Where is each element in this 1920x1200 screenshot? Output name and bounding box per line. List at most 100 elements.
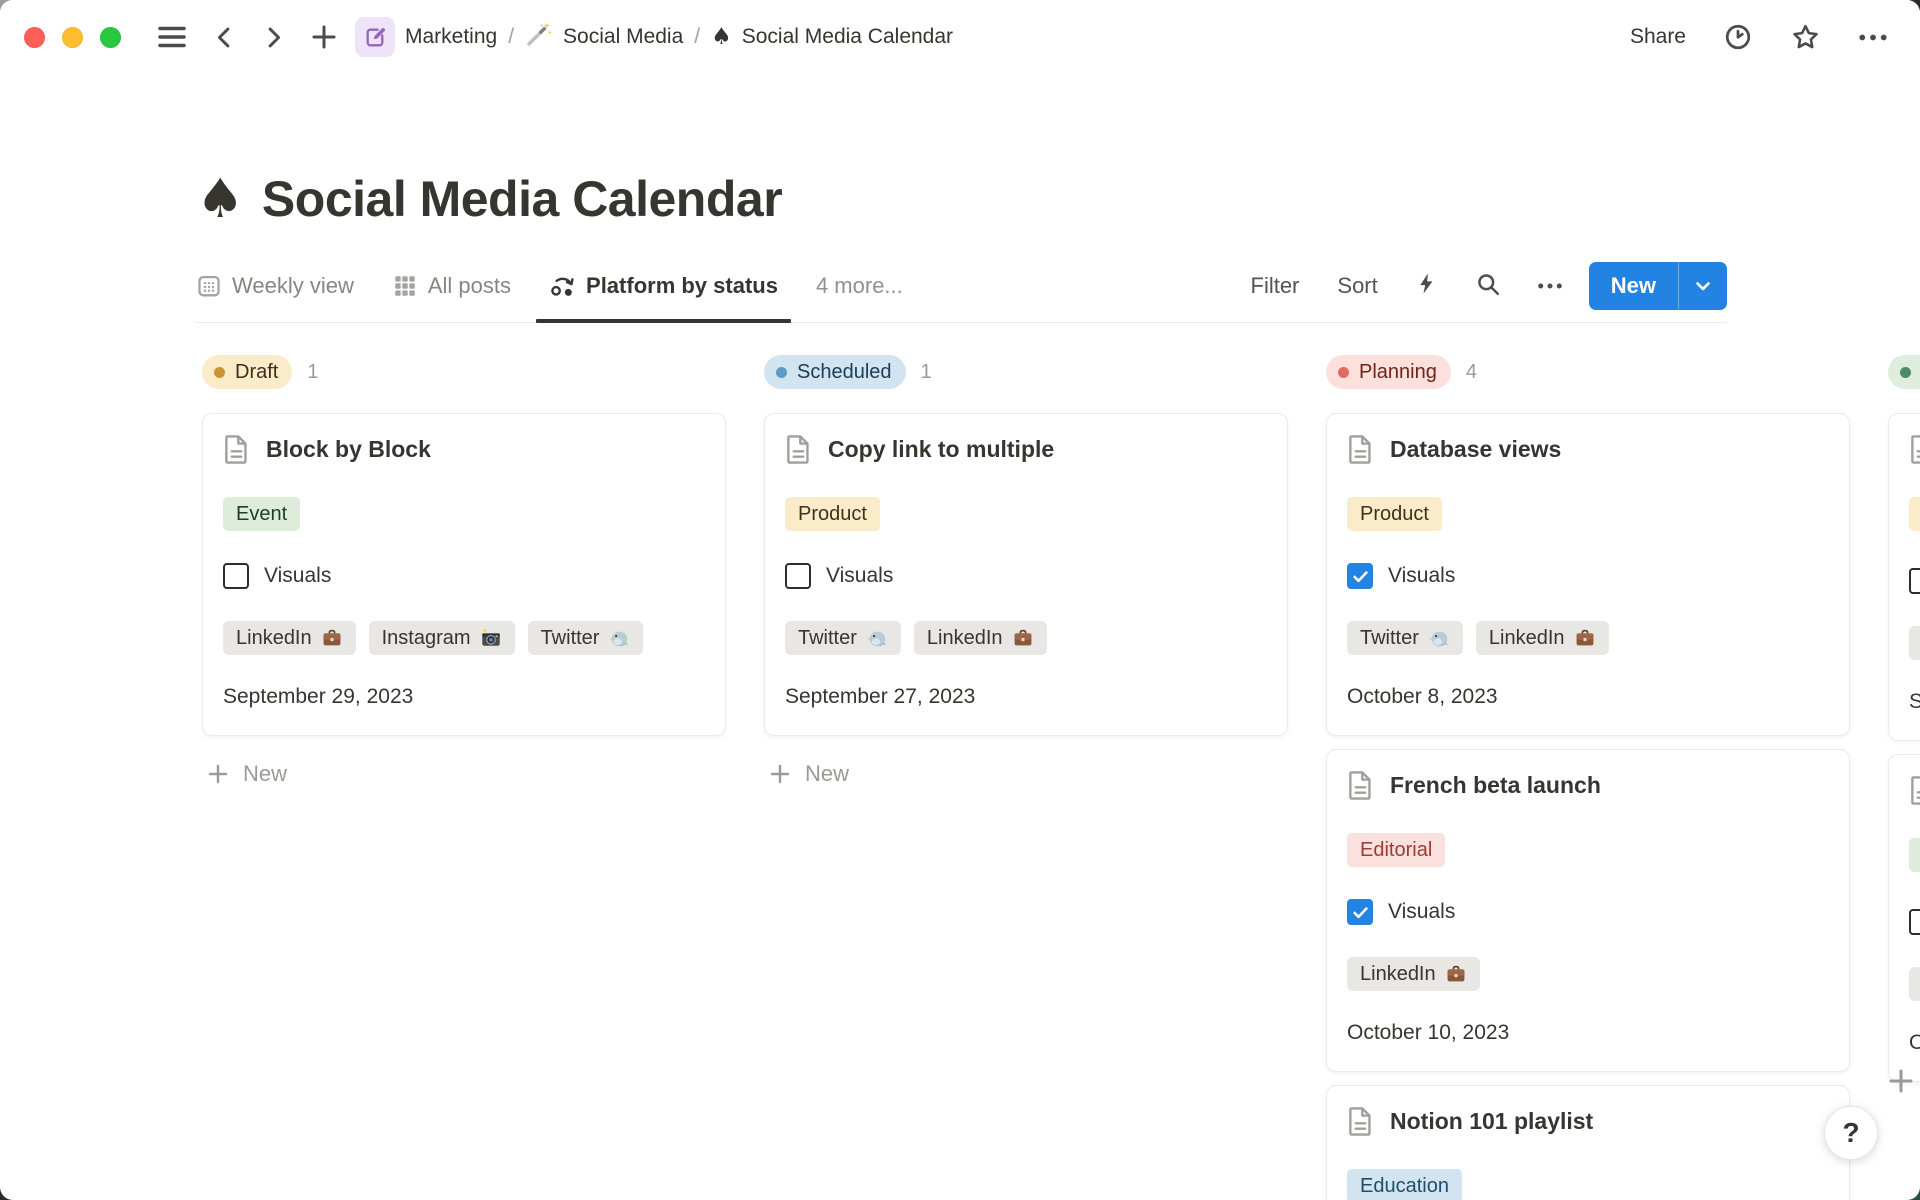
column-header <box>1888 355 1920 389</box>
visuals-checkbox[interactable] <box>223 563 249 589</box>
card-title: Copy link to multiple <box>828 436 1054 463</box>
minimize-window-button[interactable] <box>62 27 83 48</box>
platform-tag[interactable]: Instagram <box>369 621 515 655</box>
date-row: O <box>1909 1031 1920 1055</box>
visuals-row: Visuals <box>223 563 705 589</box>
breadcrumb-item-social-media-calendar[interactable]: ♠ Social Media Calendar <box>711 25 953 49</box>
add-group-button[interactable] <box>1886 1066 1916 1101</box>
visuals-row: Visuals <box>1347 899 1829 925</box>
board-card[interactable]: Block by Block Event Visuals LinkedInIns… <box>202 413 726 736</box>
tab-weekly-view[interactable]: Weekly view <box>196 250 354 322</box>
platform-tag[interactable]: L <box>1909 967 1920 1001</box>
breadcrumb-separator: / <box>694 25 700 49</box>
board-card[interactable]: Database views Product Visuals TwitterLi… <box>1326 413 1850 736</box>
board-card[interactable]: T S <box>1888 413 1920 741</box>
status-pill[interactable]: Draft <box>202 355 292 389</box>
search-icon[interactable] <box>1475 271 1501 302</box>
category-row: Event <box>223 497 705 531</box>
category-tag[interactable]: Editorial <box>1347 833 1445 867</box>
visuals-checkbox[interactable] <box>1909 909 1920 935</box>
briefcase-emoji <box>1012 627 1034 649</box>
breadcrumb-item-marketing[interactable]: Marketing <box>355 17 497 57</box>
share-button[interactable]: Share <box>1630 25 1686 49</box>
board: Draft 1 Block by Block Event Visuals Lin… <box>0 322 1920 1200</box>
forward-button[interactable] <box>260 24 287 51</box>
board-column: T S L O <box>1888 355 1920 1082</box>
date-row: October 10, 2023 <box>1347 1021 1829 1045</box>
breadcrumb-label: Social Media Calendar <box>742 25 953 49</box>
visuals-checkbox[interactable] <box>1347 563 1373 589</box>
platform-tag[interactable]: LinkedIn <box>223 621 356 655</box>
platform-row: Twitter LinkedIn <box>785 621 1267 655</box>
status-view-icon <box>549 273 576 300</box>
view-options-icon[interactable] <box>1537 277 1563 295</box>
sidebar-toggle-button[interactable] <box>155 20 189 54</box>
board-card[interactable]: Notion 101 playlist Education <box>1326 1085 1850 1200</box>
favorite-star-icon[interactable] <box>1790 22 1821 53</box>
breadcrumb-label: Social Media <box>563 25 683 49</box>
board-card[interactable]: Copy link to multiple Product Visuals Tw… <box>764 413 1288 736</box>
more-views-button[interactable]: 4 more... <box>816 273 903 299</box>
zoom-window-button[interactable] <box>100 27 121 48</box>
briefcase-emoji <box>1445 963 1467 985</box>
automations-bolt-icon[interactable] <box>1414 271 1439 301</box>
back-button[interactable] <box>211 24 238 51</box>
grid-view-icon <box>392 273 418 299</box>
new-button-label[interactable]: New <box>1589 273 1678 299</box>
help-button[interactable]: ? <box>1824 1106 1878 1160</box>
platform-tag[interactable]: LinkedIn <box>1347 957 1480 991</box>
updates-clock-icon[interactable] <box>1723 22 1753 52</box>
card-list: Database views Product Visuals TwitterLi… <box>1326 413 1850 1200</box>
visuals-checkbox[interactable] <box>785 563 811 589</box>
category-tag[interactable] <box>1909 838 1920 872</box>
new-button[interactable]: New <box>1589 262 1727 310</box>
board-card[interactable]: L O <box>1888 754 1920 1082</box>
date-row: September 27, 2023 <box>785 685 1267 709</box>
category-tag[interactable]: Product <box>785 497 880 531</box>
status-pill[interactable]: Planning <box>1326 355 1451 389</box>
platform-tag[interactable]: Twitter <box>528 621 644 655</box>
category-tag[interactable]: Education <box>1347 1169 1462 1200</box>
platform-tag[interactable]: LinkedIn <box>914 621 1047 655</box>
tab-all-posts[interactable]: All posts <box>392 250 511 322</box>
platform-row: LinkedIn <box>1347 957 1829 991</box>
notion-window: Marketing / Social Media / ♠ Social Medi… <box>0 0 1920 1200</box>
breadcrumb-separator: / <box>508 25 514 49</box>
tab-label: Platform by status <box>586 273 778 299</box>
chevron-down-icon[interactable] <box>1679 275 1727 297</box>
column-new-button[interactable]: New <box>764 761 1288 787</box>
new-tab-button[interactable] <box>309 22 339 52</box>
date-row: September 29, 2023 <box>223 685 705 709</box>
category-tag[interactable]: Event <box>223 497 300 531</box>
platform-tag[interactable]: T <box>1909 626 1920 660</box>
platform-label: LinkedIn <box>1489 627 1565 650</box>
category-tag[interactable] <box>1909 497 1920 531</box>
column-new-button[interactable]: New <box>202 761 726 787</box>
filter-button[interactable]: Filter <box>1251 273 1300 299</box>
visuals-checkbox[interactable] <box>1347 899 1373 925</box>
page-icon <box>1909 434 1920 465</box>
visuals-checkbox[interactable] <box>1909 568 1920 594</box>
card-list: Block by Block Event Visuals LinkedInIns… <box>202 413 726 736</box>
card-title-row <box>1909 434 1920 465</box>
close-window-button[interactable] <box>24 27 45 48</box>
bird-emoji <box>608 627 630 649</box>
column-header: Scheduled 1 <box>764 355 1288 389</box>
status-pill[interactable]: Scheduled <box>764 355 906 389</box>
sort-button[interactable]: Sort <box>1337 273 1377 299</box>
breadcrumb-item-social-media[interactable]: Social Media <box>525 20 683 54</box>
card-title: French beta launch <box>1390 772 1601 799</box>
board-card[interactable]: French beta launch Editorial Visuals Lin… <box>1326 749 1850 1072</box>
visuals-row <box>1909 909 1920 935</box>
platform-tag[interactable]: LinkedIn <box>1476 621 1609 655</box>
category-tag[interactable]: Product <box>1347 497 1442 531</box>
platform-label: Twitter <box>798 627 857 650</box>
status-pill[interactable] <box>1888 355 1920 389</box>
more-options-icon[interactable] <box>1858 33 1888 42</box>
page-title: ♠ Social Media Calendar <box>196 170 782 228</box>
spade-emoji: ♠ <box>711 26 732 49</box>
platform-tag[interactable]: Twitter <box>1347 621 1463 655</box>
visuals-label: Visuals <box>826 564 893 588</box>
tab-platform-by-status[interactable]: Platform by status <box>549 250 778 322</box>
platform-tag[interactable]: Twitter <box>785 621 901 655</box>
